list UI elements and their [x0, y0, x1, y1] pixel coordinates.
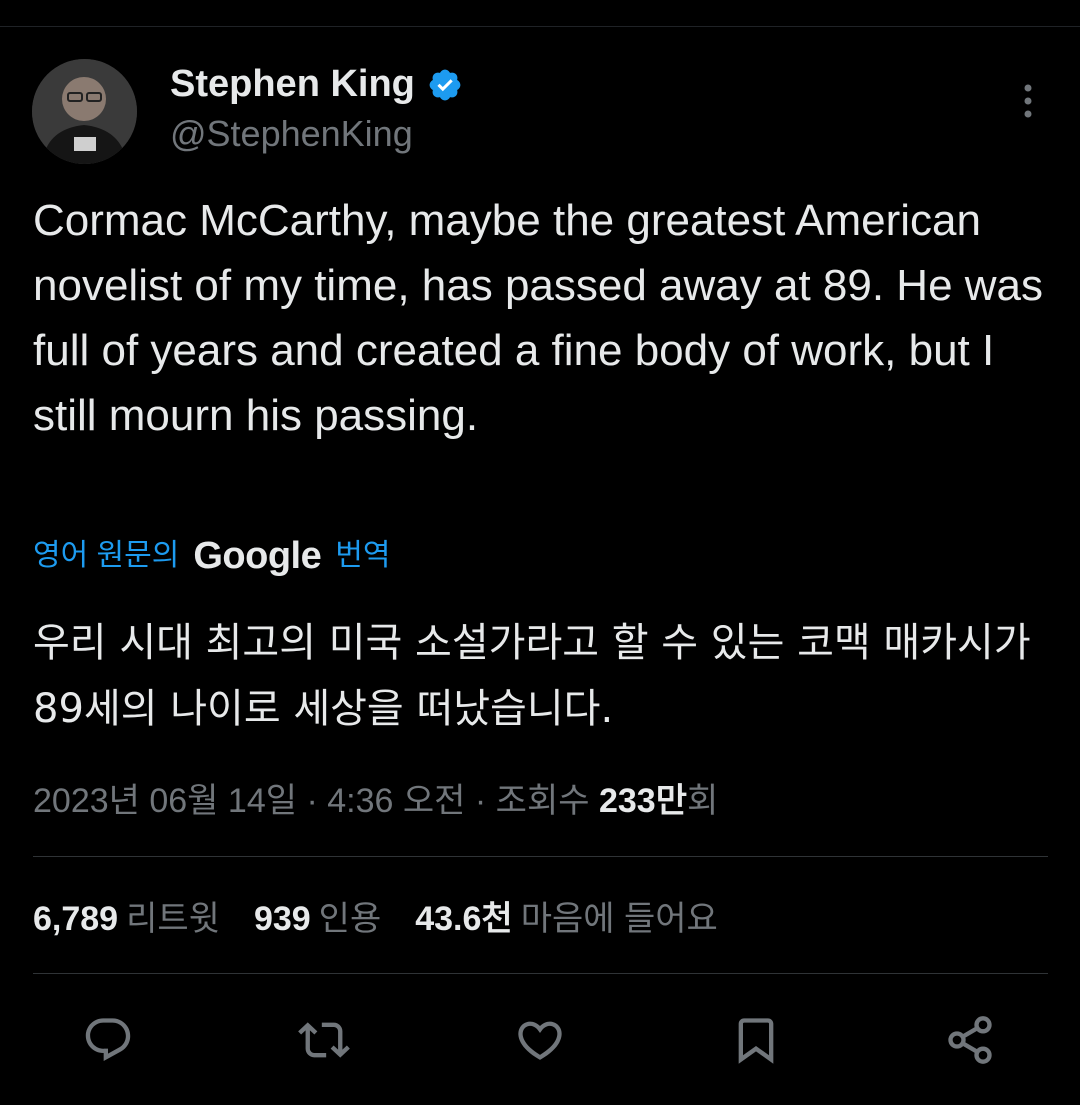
author-display-name[interactable]: Stephen King: [170, 60, 415, 108]
tweet-text: Cormac McCarthy, maybe the greatest Amer…: [33, 196, 1044, 440]
retweets-label: 리트윗: [126, 900, 220, 938]
quotes-count: 939: [253, 900, 311, 938]
verified-badge-icon: [429, 69, 461, 101]
quotes-label: 인용: [318, 900, 382, 938]
author-handle[interactable]: @StephenKing: [170, 110, 413, 158]
reply-button[interactable]: [78, 1010, 138, 1070]
share-icon: [948, 1016, 992, 1064]
retweets-count: 6,789: [33, 900, 119, 938]
translated-text: 우리 시대 최고의 미국 소설가라고 할 수 있는 코맥 매카시가 89세의 나…: [33, 620, 1031, 732]
like-icon: [518, 1021, 562, 1060]
author-name-row[interactable]: Stephen King: [170, 60, 463, 108]
engagement-stats: 6,789 리트윗 939 인용 43.6천 마음에 들어요: [33, 895, 752, 943]
views-label: 조회수: [495, 782, 590, 820]
bookmark-button[interactable]: [726, 1010, 786, 1070]
tweet-time[interactable]: 4:36 오전: [327, 782, 465, 820]
top-divider: [0, 26, 1080, 27]
avatar-photo-icon: [32, 59, 137, 164]
translate-prefix[interactable]: 영어 원문의: [33, 534, 179, 578]
likes-label: 마음에 들어요: [520, 900, 718, 938]
retweet-button[interactable]: [294, 1010, 354, 1070]
more-options-button[interactable]: [1008, 80, 1048, 124]
tweet-meta: 2023년 06월 14일 · 4:36 오전 · 조회수 233만회: [33, 777, 718, 825]
likes-count: 43.6천: [415, 900, 513, 938]
avatar[interactable]: [32, 59, 137, 164]
reply-icon: [85, 1018, 131, 1062]
views-count: 233만: [598, 782, 687, 820]
translate-suffix[interactable]: 번역: [335, 534, 390, 578]
quotes-stat[interactable]: 939 인용: [254, 895, 381, 943]
retweets-stat[interactable]: 6,789 리트윗: [33, 895, 220, 943]
meta-separator: ·: [474, 782, 487, 820]
translation-attribution[interactable]: 영어 원문의 Google 번역: [33, 534, 390, 578]
more-vertical-icon: [1024, 84, 1032, 118]
tweet-date[interactable]: 2023년 06월 14일: [33, 782, 297, 820]
retweet-icon: [298, 1022, 350, 1058]
google-logo: Google: [193, 535, 322, 577]
action-bar: [0, 1010, 1080, 1070]
bookmark-icon: [738, 1018, 774, 1064]
divider: [33, 856, 1048, 857]
meta-separator: ·: [306, 782, 318, 820]
share-button[interactable]: [940, 1010, 1000, 1070]
views-suffix: 회: [686, 782, 719, 820]
divider: [33, 973, 1048, 974]
likes-stat[interactable]: 43.6천 마음에 들어요: [415, 895, 718, 943]
like-button[interactable]: [510, 1010, 570, 1070]
